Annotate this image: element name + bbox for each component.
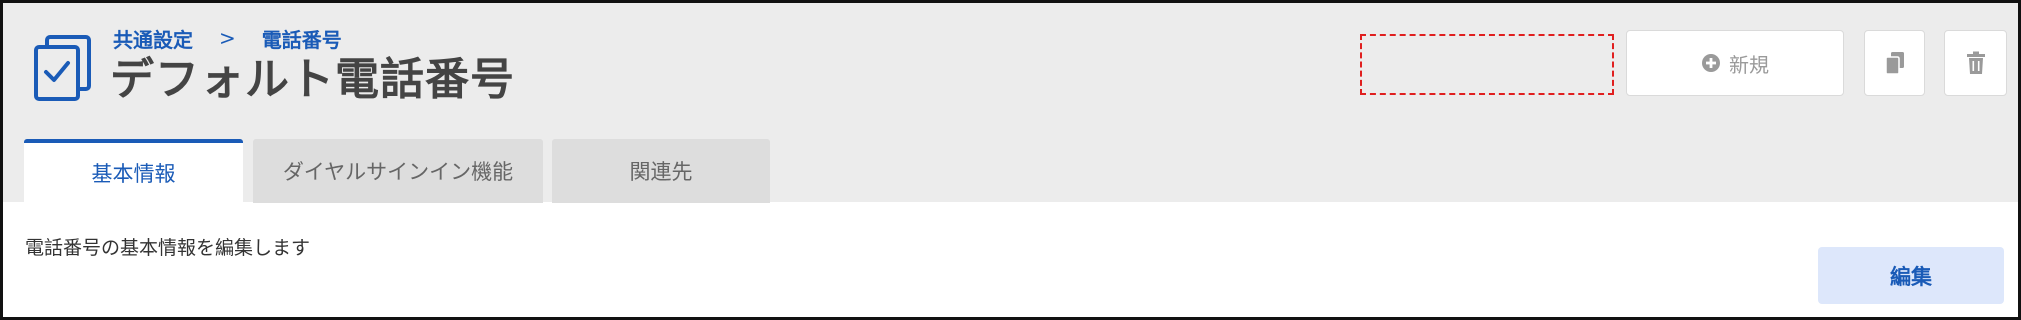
delete-button[interactable] [1944, 30, 2007, 96]
highlight-placeholder [1360, 34, 1614, 95]
tab-related[interactable]: 関連先 [552, 139, 770, 203]
trash-icon [1966, 51, 1985, 74]
app-frame: 共通設定 > 電話番号 デフォルト電話番号 新規 基本情報 ダイヤルサインイン機… [0, 0, 2021, 320]
page-title: デフォルト電話番号 [110, 54, 515, 105]
checklist-record-icon [34, 35, 91, 101]
breadcrumb-item-common-settings[interactable]: 共通設定 [113, 24, 193, 53]
section-description: 電話番号の基本情報を編集します [25, 237, 311, 259]
tab-dial-sign-in[interactable]: ダイヤルサインイン機能 [253, 139, 543, 203]
copy-button[interactable] [1864, 30, 1925, 96]
new-button[interactable]: 新規 [1626, 30, 1844, 96]
breadcrumb-separator: > [219, 26, 236, 50]
breadcrumb-item-phone-number[interactable]: 電話番号 [262, 24, 342, 53]
breadcrumb: 共通設定 > 電話番号 [113, 23, 342, 53]
plus-circle-icon [1702, 54, 1720, 72]
tab-basic-info[interactable]: 基本情報 [24, 139, 243, 203]
new-button-label: 新規 [1729, 52, 1769, 77]
edit-button[interactable]: 編集 [1818, 247, 2004, 304]
copy-icon [1884, 52, 1904, 75]
page-header: 共通設定 > 電話番号 デフォルト電話番号 新規 基本情報 ダイヤルサインイン機… [3, 3, 2018, 203]
